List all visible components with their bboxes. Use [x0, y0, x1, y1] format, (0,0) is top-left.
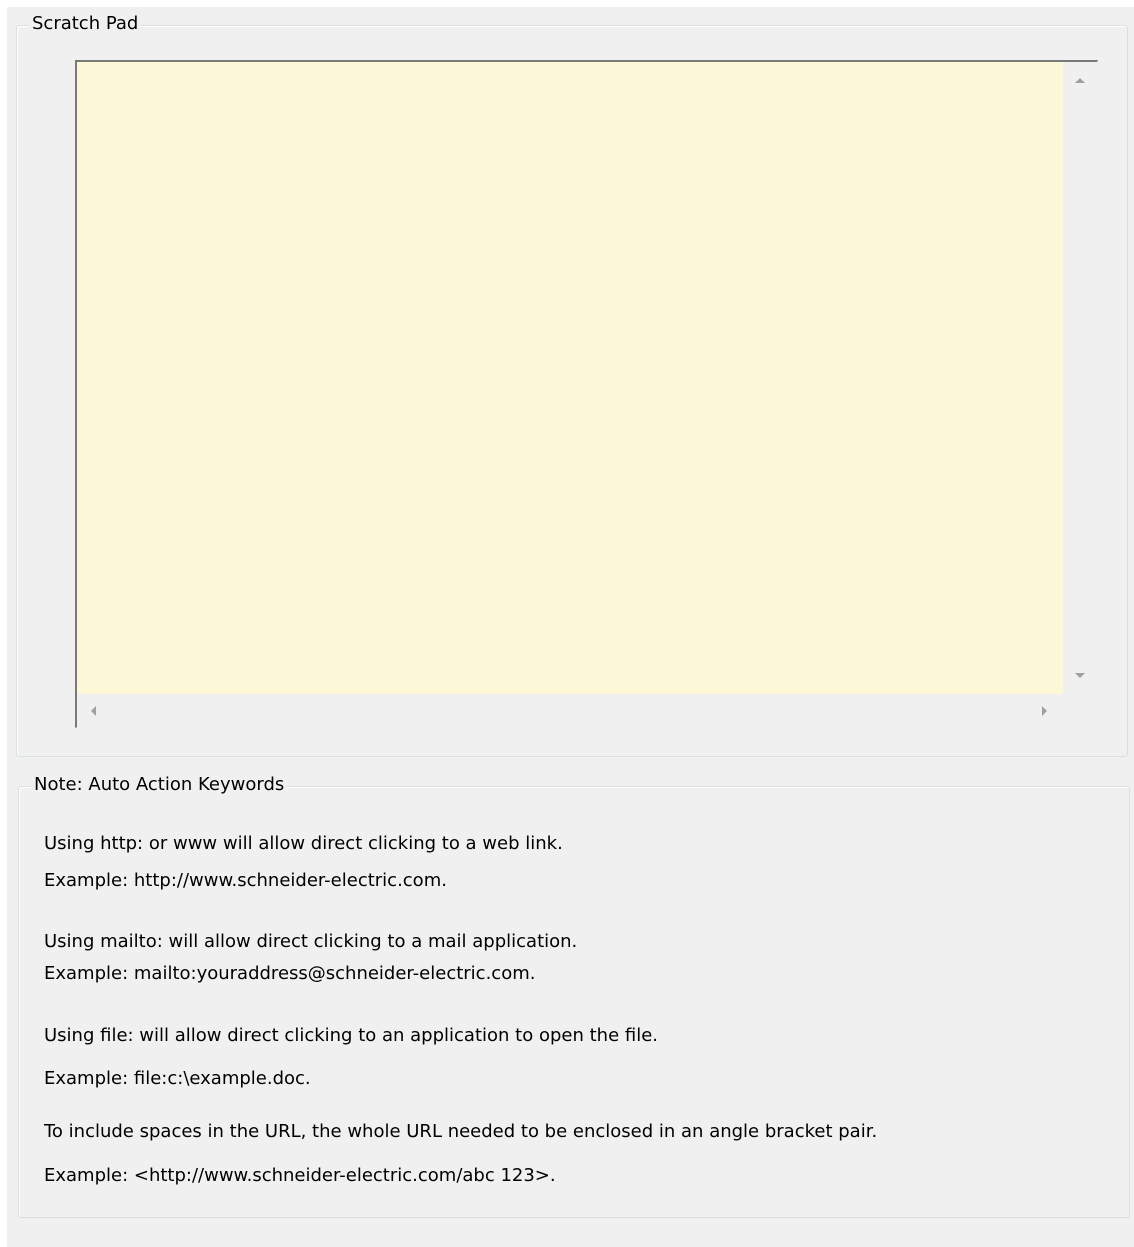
- scroll-up-arrow-icon[interactable]: [1075, 78, 1085, 83]
- note-http-example: Example: http://www.schneider-electric.c…: [44, 870, 447, 891]
- scratch-pad-title: Scratch Pad: [29, 13, 142, 35]
- scratch-pad-textarea-frame: [75, 60, 1098, 728]
- note-spaces-description: To include spaces in the URL, the whole …: [44, 1121, 878, 1142]
- note-spaces-example: Example: <http://www.schneider-electric.…: [44, 1165, 556, 1186]
- scroll-down-arrow-icon[interactable]: [1075, 673, 1085, 678]
- scrollbar-corner: [1063, 694, 1098, 728]
- scroll-right-arrow-icon[interactable]: [1042, 706, 1047, 716]
- note-http-description: Using http: or www will allow direct cli…: [44, 833, 563, 854]
- note-file-example: Example: file:c:\example.doc.: [44, 1068, 311, 1089]
- horizontal-scrollbar[interactable]: [77, 694, 1063, 728]
- auto-action-keywords-title: Note: Auto Action Keywords: [31, 774, 288, 796]
- vertical-scrollbar[interactable]: [1063, 62, 1098, 694]
- scroll-left-arrow-icon[interactable]: [91, 706, 96, 716]
- scratch-pad-textarea[interactable]: [77, 62, 1063, 694]
- note-mailto-description: Using mailto: will allow direct clicking…: [44, 931, 578, 952]
- note-file-description: Using file: will allow direct clicking t…: [44, 1025, 658, 1046]
- note-mailto-example: Example: mailto:youraddress@schneider-el…: [44, 963, 536, 984]
